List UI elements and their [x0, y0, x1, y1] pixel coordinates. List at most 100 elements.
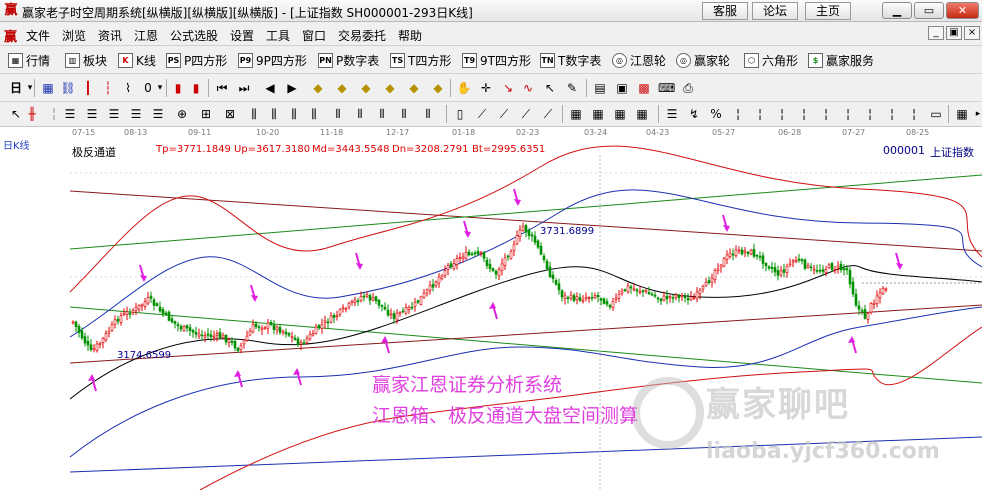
table-icon[interactable]: ▤ — [592, 80, 608, 96]
menu-browse[interactable]: 浏览 — [62, 27, 86, 44]
menu-tools[interactable]: 工具 — [266, 27, 290, 44]
mdi-restore-button[interactable]: ▣ — [946, 26, 962, 40]
more-tools-icon[interactable]: ▸ — [970, 106, 982, 122]
eraser-icon[interactable]: ▭ — [928, 106, 944, 122]
channel-4-icon[interactable]: ⫴ — [396, 106, 412, 122]
trend-2-icon[interactable]: ⟋ — [496, 106, 512, 122]
diamond-3-icon[interactable]: ◆ — [358, 80, 374, 96]
bar-chart-icon[interactable]: ┆ — [100, 80, 116, 96]
tally-4-icon[interactable]: ¦ — [796, 106, 812, 122]
draw-line-icon[interactable]: ↘ — [500, 80, 516, 96]
scroll-right-icon[interactable]: ▶ — [284, 80, 300, 96]
menu-gann[interactable]: 江恩 — [134, 27, 158, 44]
cycle-4-icon[interactable]: ⫼ — [306, 106, 322, 122]
channel-1-icon[interactable]: ⫴ — [330, 106, 346, 122]
ladder-5-icon[interactable]: ☰ — [150, 106, 166, 122]
crosshair-icon[interactable]: ✛ — [478, 80, 494, 96]
hexagon-button[interactable]: ⬡ 六角形 — [744, 52, 798, 68]
trend-1-icon[interactable]: ⟋ — [474, 106, 490, 122]
cycle-2-icon[interactable]: ⫼ — [266, 106, 282, 122]
measure-3-icon[interactable]: ▦ — [612, 106, 628, 122]
ladder-3-icon[interactable]: ☰ — [106, 106, 122, 122]
tally-8-icon[interactable]: ¦ — [884, 106, 900, 122]
link-icon[interactable]: ⛓ — [60, 80, 76, 96]
red-mark2-icon[interactable]: ▮ — [188, 80, 204, 96]
pointer-icon[interactable]: ↖ — [542, 80, 558, 96]
service-link[interactable]: 客服 — [702, 2, 748, 20]
menu-window[interactable]: 窗口 — [302, 27, 326, 44]
first-page-icon[interactable]: ⏮ — [214, 80, 230, 96]
ladder-2-icon[interactable]: ☰ — [84, 106, 100, 122]
menu-settings[interactable]: 设置 — [230, 27, 254, 44]
menu-file[interactable]: 文件 — [26, 27, 50, 44]
calendar-icon[interactable]: ▣ — [614, 80, 630, 96]
draw-curve-icon[interactable]: ∿ — [520, 80, 536, 96]
fib-icon[interactable]: ╫ — [24, 106, 40, 122]
last-page-icon[interactable]: ⏭ — [236, 80, 252, 96]
trend-3-icon[interactable]: ⟋ — [518, 106, 534, 122]
zigzag-icon[interactable]: ↯ — [686, 106, 702, 122]
percent-icon[interactable]: % — [708, 106, 724, 122]
measure-4-icon[interactable]: ▦ — [634, 106, 650, 122]
cycle-3-icon[interactable]: ⫼ — [286, 106, 302, 122]
tally-9-icon[interactable]: ¦ — [906, 106, 922, 122]
mdi-minimize-button[interactable]: _ — [928, 26, 944, 40]
measure-1-icon[interactable]: ▦ — [568, 106, 584, 122]
p-square-button[interactable]: PS P四方形 — [166, 52, 227, 68]
9p-square-button[interactable]: P9 9P四方形 — [238, 52, 307, 68]
diamond-6-icon[interactable]: ◆ — [430, 80, 446, 96]
gann-grid-icon[interactable]: ⊞ — [198, 106, 214, 122]
hand-icon[interactable]: ✋ — [456, 80, 472, 96]
layout-icon[interactable]: ▦ — [954, 106, 970, 122]
diamond-2-icon[interactable]: ◆ — [334, 80, 350, 96]
period-dropdown-icon[interactable]: ▾ — [22, 80, 38, 96]
winner-service-button[interactable]: $ 赢家服务 — [808, 52, 874, 68]
cycle-1-icon[interactable]: ⫼ — [246, 106, 262, 122]
menu-trade[interactable]: 交易委托 — [338, 27, 386, 44]
mdi-close-button[interactable]: × — [964, 26, 980, 40]
9t-square-button[interactable]: T9 9T四方形 — [462, 52, 531, 68]
tally-2-icon[interactable]: ¦ — [752, 106, 768, 122]
print-icon[interactable]: ⎙ — [680, 80, 696, 96]
red-mark-icon[interactable]: ▮ — [170, 80, 186, 96]
book-icon[interactable]: ▩ — [636, 80, 652, 96]
diamond-1-icon[interactable]: ◆ — [310, 80, 326, 96]
diamond-4-icon[interactable]: ◆ — [382, 80, 398, 96]
gann-square-icon[interactable]: ⊠ — [222, 106, 238, 122]
measure-2-icon[interactable]: ▦ — [590, 106, 606, 122]
cursor-icon[interactable]: ↖ — [8, 106, 24, 122]
kline-chart-panel[interactable]: 07-15 08-13 09-11 10-20 11-18 12-17 01-1… — [0, 127, 982, 490]
pen-icon[interactable]: ✎ — [564, 80, 580, 96]
diamond-5-icon[interactable]: ◆ — [406, 80, 422, 96]
scroll-left-icon[interactable]: ◀ — [262, 80, 278, 96]
t-square-button[interactable]: TS T四方形 — [390, 52, 451, 68]
tally-7-icon[interactable]: ¦ — [862, 106, 878, 122]
homepage-link[interactable]: 主页 — [805, 2, 851, 20]
line-tool-icon[interactable]: ╎ — [46, 106, 62, 122]
ruler-icon[interactable]: ☰ — [664, 106, 680, 122]
quotes-button[interactable]: ▦ 行情 — [8, 52, 50, 68]
grid-icon[interactable]: ▦ — [40, 80, 56, 96]
winner-wheel-button[interactable]: ◎ 赢家轮 — [676, 52, 730, 68]
gann-wheel-button[interactable]: ◎ 江恩轮 — [612, 52, 666, 68]
channel-3-icon[interactable]: ⫴ — [374, 106, 390, 122]
menu-help[interactable]: 帮助 — [398, 27, 422, 44]
vertical-line-icon[interactable]: ▯ — [452, 106, 468, 122]
forum-link[interactable]: 论坛 — [752, 2, 798, 20]
candlestick-icon[interactable]: ┃ — [80, 80, 96, 96]
t-number-table-button[interactable]: TN T数字表 — [540, 52, 601, 68]
sector-button[interactable]: ▥ 板块 — [65, 52, 107, 68]
menu-formula[interactable]: 公式选股 — [170, 27, 218, 44]
kline-button[interactable]: K K线 — [118, 52, 156, 68]
line-chart-icon[interactable]: ⌇ — [120, 80, 136, 96]
gann-fan-icon[interactable]: ⊕ — [174, 106, 190, 122]
tally-6-icon[interactable]: ¦ — [840, 106, 856, 122]
trend-4-icon[interactable]: ⟋ — [540, 106, 556, 122]
ladder-1-icon[interactable]: ☰ — [62, 106, 78, 122]
maximize-button[interactable]: ▭ — [914, 2, 944, 19]
tally-3-icon[interactable]: ¦ — [774, 106, 790, 122]
close-button[interactable]: ✕ — [946, 2, 979, 19]
tally-1-icon[interactable]: ¦ — [730, 106, 746, 122]
p-number-table-button[interactable]: PN P数字表 — [318, 52, 379, 68]
channel-5-icon[interactable]: ⫴ — [420, 106, 436, 122]
